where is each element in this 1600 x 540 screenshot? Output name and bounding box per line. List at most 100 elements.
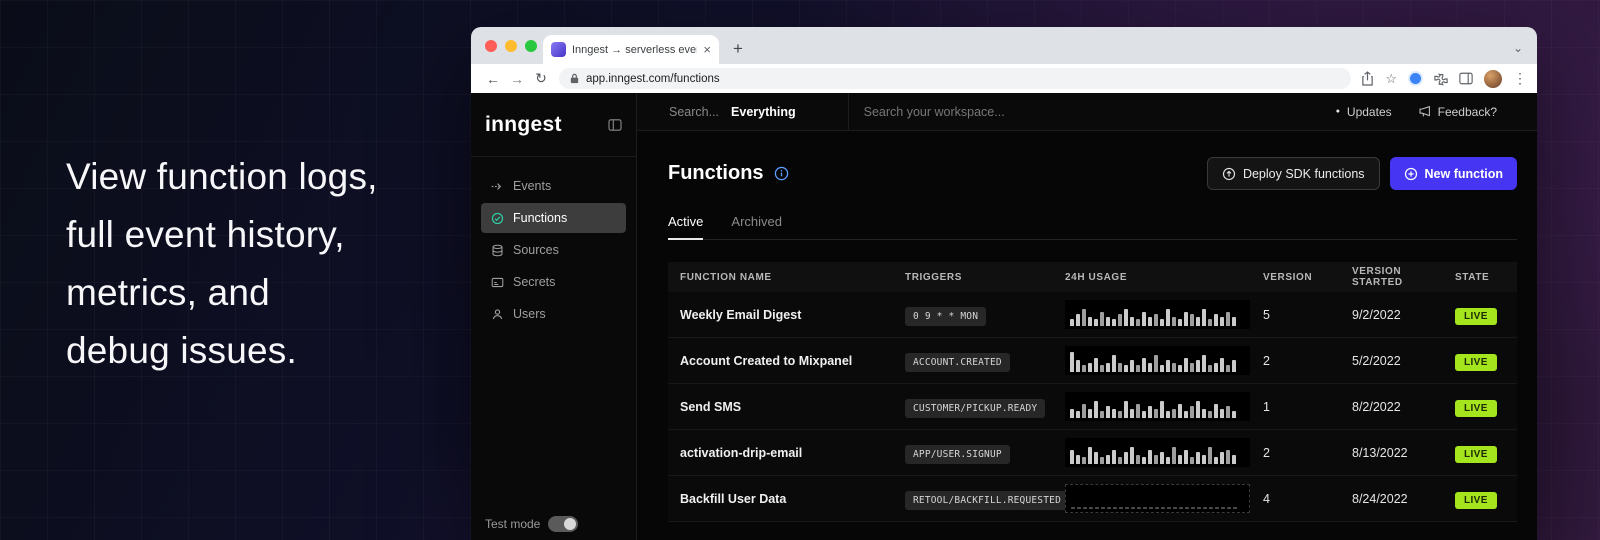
state-badge: LIVE: [1455, 400, 1497, 417]
hero-line: debug issues.: [66, 322, 378, 380]
side-panel-icon[interactable]: [1459, 72, 1473, 85]
version: 2: [1263, 354, 1352, 368]
page-title: Functions: [668, 162, 764, 185]
megaphone-icon: [1418, 105, 1431, 118]
share-icon[interactable]: [1361, 71, 1374, 86]
test-mode-toggle[interactable]: [548, 516, 578, 532]
updates-button[interactable]: ● Updates: [1336, 105, 1392, 119]
extensions-puzzle-icon[interactable]: [1434, 72, 1448, 86]
close-window-button[interactable]: [485, 40, 497, 52]
test-mode-control: Test mode: [485, 516, 578, 532]
column-header-triggers: TRIGGERS: [905, 272, 1065, 283]
new-function-button-label: New function: [1425, 167, 1503, 181]
sidebar-item-functions[interactable]: Functions: [481, 203, 626, 233]
browser-tabstrip: Inngest → serverless event-dri × + ⌄: [471, 27, 1537, 64]
tab-archived[interactable]: Archived: [731, 214, 782, 239]
trigger-badge: ACCOUNT.CREATED: [905, 353, 1010, 372]
trigger-badge: APP/USER.SIGNUP: [905, 445, 1010, 464]
close-tab-icon[interactable]: ×: [703, 43, 711, 56]
table-row[interactable]: Weekly Email Digest 0 9 * * MON 5 9/2/20…: [668, 292, 1517, 338]
updates-dot-icon: ●: [1336, 108, 1340, 115]
url-text: app.inngest.com/functions: [586, 73, 720, 85]
usage-sparkline: [1065, 438, 1250, 467]
sidebar-item-users[interactable]: Users: [481, 299, 626, 329]
version-started: 8/13/2022: [1352, 446, 1455, 460]
table-header: FUNCTION NAME TRIGGERS 24H USAGE VERSION…: [668, 262, 1517, 292]
new-function-button[interactable]: New function: [1390, 157, 1517, 190]
feedback-button[interactable]: Feedback?: [1418, 105, 1497, 119]
version-started: 8/24/2022: [1352, 492, 1455, 506]
address-bar[interactable]: app.inngest.com/functions: [559, 68, 1351, 89]
extension-icon[interactable]: [1408, 71, 1423, 86]
header-actions: Deploy SDK functions New function: [1207, 157, 1517, 190]
updates-label: Updates: [1347, 105, 1392, 119]
column-header-version-started: VERSION STARTED: [1352, 266, 1455, 288]
profile-avatar[interactable]: [1484, 70, 1502, 88]
sidebar-item-events[interactable]: Events: [481, 171, 626, 201]
sidebar-item-secrets[interactable]: Secrets: [481, 267, 626, 297]
state-badge: LIVE: [1455, 492, 1497, 509]
toggle-knob: [564, 518, 576, 530]
reload-button[interactable]: ↻: [529, 70, 553, 87]
table-row[interactable]: Account Created to Mixpanel ACCOUNT.CREA…: [668, 338, 1517, 384]
feedback-label: Feedback?: [1438, 105, 1497, 119]
table-row[interactable]: Send SMS CUSTOMER/PICKUP.READY 1 8/2/202…: [668, 384, 1517, 430]
workspace-topbar: Search... Everything Search your workspa…: [637, 93, 1537, 131]
collapse-sidebar-icon[interactable]: [608, 119, 622, 131]
browser-tab[interactable]: Inngest → serverless event-dri ×: [543, 35, 719, 64]
workspace-search-input[interactable]: Search your workspace...: [864, 105, 1005, 119]
content-column: Search... Everything Search your workspa…: [637, 93, 1537, 540]
function-name[interactable]: Weekly Email Digest: [668, 308, 905, 322]
topbar-divider: [848, 93, 849, 131]
table-row[interactable]: Backfill User Data RETOOL/BACKFILL.REQUE…: [668, 476, 1517, 522]
forward-button[interactable]: →: [505, 71, 529, 87]
table-row[interactable]: activation-drip-email APP/USER.SIGNUP 2 …: [668, 430, 1517, 476]
search-scope[interactable]: Everything: [731, 105, 796, 119]
function-name[interactable]: Backfill User Data: [668, 492, 905, 506]
usage-sparkline: [1065, 392, 1250, 421]
sidebar-item-label: Users: [513, 307, 546, 321]
version-started: 9/2/2022: [1352, 308, 1455, 322]
chevron-down-icon[interactable]: ⌄: [1513, 42, 1523, 54]
back-button[interactable]: ←: [481, 71, 505, 87]
tab-active[interactable]: Active: [668, 214, 703, 240]
function-name[interactable]: activation-drip-email: [668, 446, 905, 460]
sidebar-item-sources[interactable]: Sources: [481, 235, 626, 265]
version-started: 5/2/2022: [1352, 354, 1455, 368]
column-header-24h-usage: 24H USAGE: [1065, 272, 1263, 283]
inngest-logo: inngest: [485, 113, 562, 137]
lock-icon: [569, 73, 580, 84]
deploy-button-label: Deploy SDK functions: [1243, 167, 1365, 181]
minimize-window-button[interactable]: [505, 40, 517, 52]
browser-toolbar: ← → ↻ app.inngest.com/functions ☆ ⋮: [471, 64, 1537, 93]
window-controls: [485, 40, 537, 52]
sidebar-item-label: Secrets: [513, 275, 555, 289]
state-badge: LIVE: [1455, 308, 1497, 325]
version: 1: [1263, 400, 1352, 414]
sidebar-nav: Events Functions Sources Secrets Users: [471, 157, 636, 345]
main-content: Functions Deploy SDK functions New funct…: [637, 131, 1537, 540]
trigger-badge: 0 9 * * MON: [905, 307, 986, 326]
hero-line: full event history,: [66, 206, 378, 264]
inngest-favicon-icon: [551, 42, 566, 57]
sidebar-item-label: Events: [513, 179, 551, 193]
browser-window: Inngest → serverless event-dri × + ⌄ ← →…: [471, 27, 1537, 540]
sidebar-item-label: Functions: [513, 211, 567, 225]
inngest-app: inngest Events Functions Sources: [471, 93, 1537, 540]
plus-circle-icon: [1404, 167, 1418, 181]
version: 4: [1263, 492, 1352, 506]
deploy-icon: [1222, 167, 1236, 181]
maximize-window-button[interactable]: [525, 40, 537, 52]
bookmark-star-icon[interactable]: ☆: [1385, 72, 1397, 85]
info-icon[interactable]: [774, 166, 789, 181]
function-name[interactable]: Send SMS: [668, 400, 905, 414]
title-row: Functions Deploy SDK functions New funct…: [668, 157, 1517, 190]
browser-menu-icon[interactable]: ⋮: [1513, 70, 1527, 87]
function-name[interactable]: Account Created to Mixpanel: [668, 354, 905, 368]
global-search[interactable]: Search...: [669, 105, 719, 119]
new-tab-button[interactable]: +: [733, 40, 743, 57]
deploy-sdk-functions-button[interactable]: Deploy SDK functions: [1207, 157, 1380, 190]
column-header-function-name: FUNCTION NAME: [668, 272, 905, 283]
usage-sparkline: [1065, 484, 1250, 513]
users-icon: [491, 308, 504, 321]
